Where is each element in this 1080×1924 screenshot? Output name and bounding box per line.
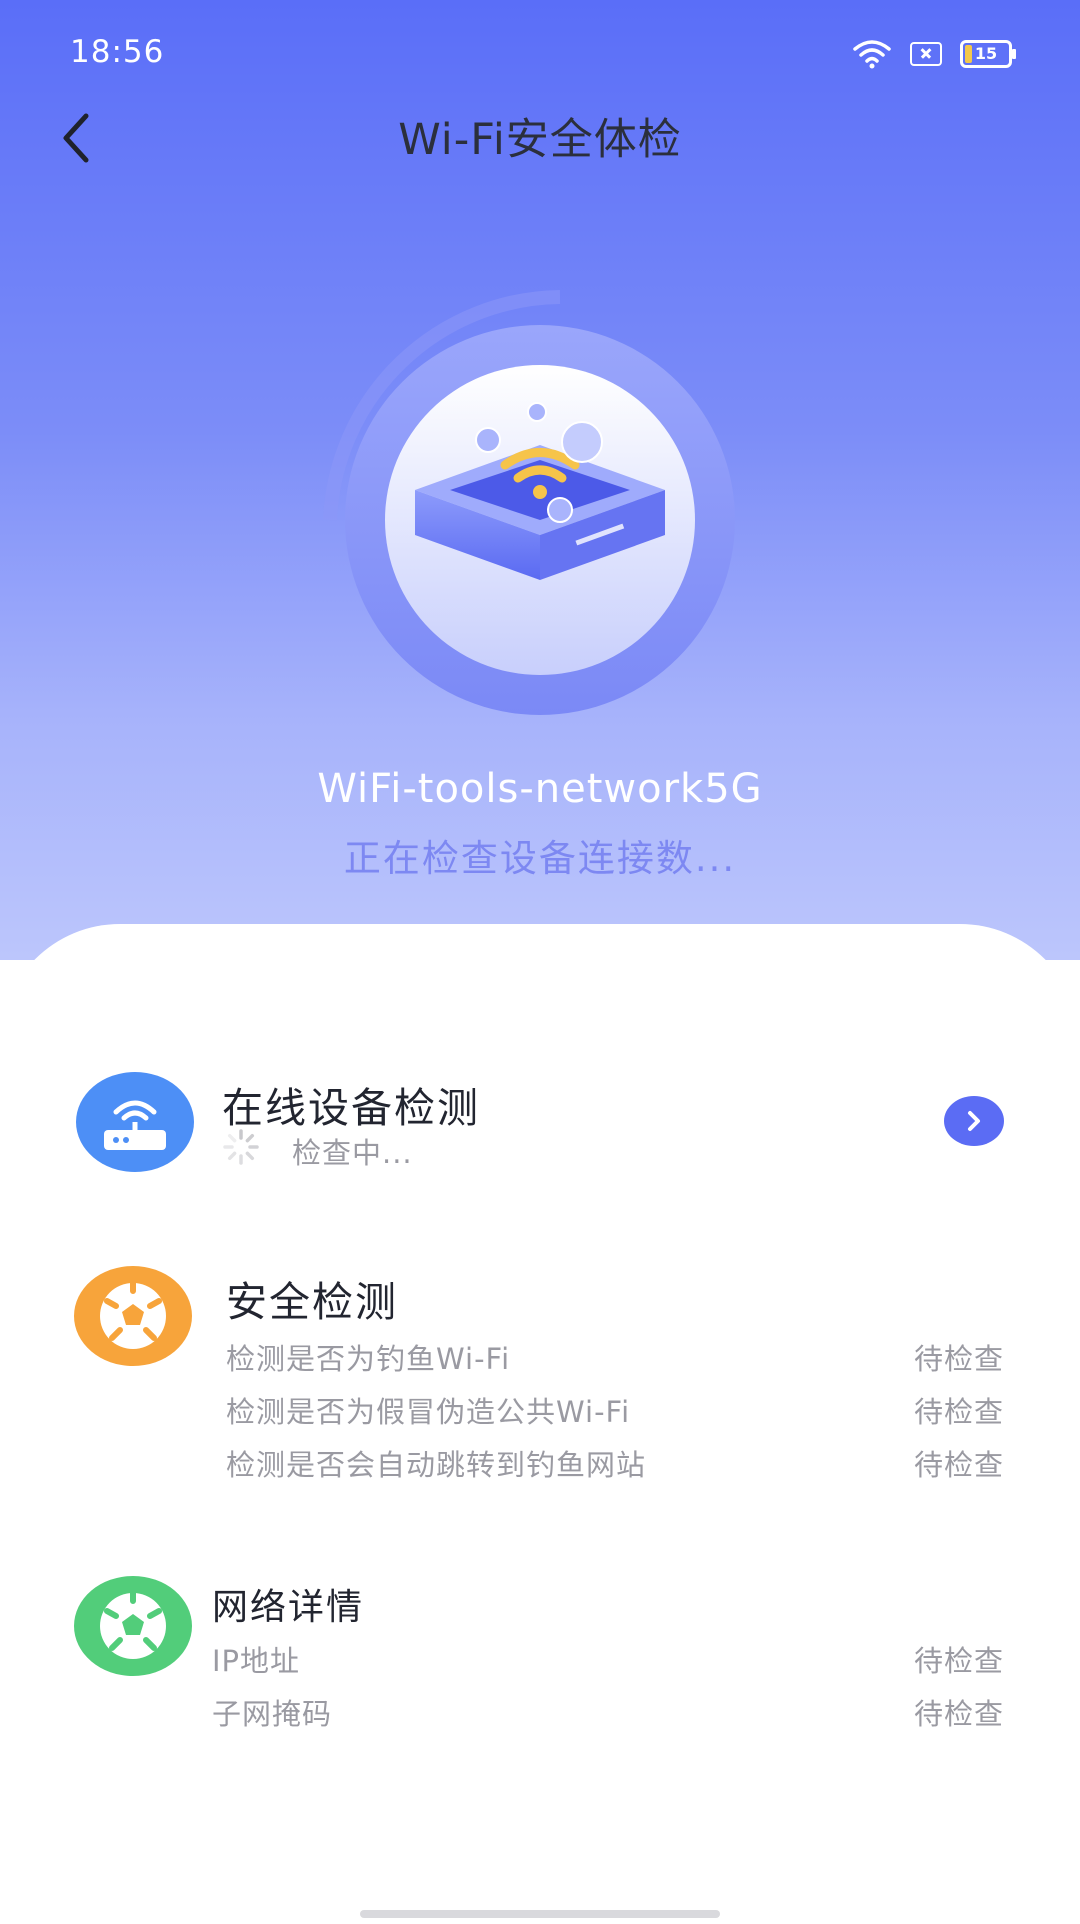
network-row-label: IP地址 (212, 1644, 301, 1678)
status-icons: 15 (852, 36, 1016, 72)
battery-icon: 15 (960, 40, 1016, 68)
wifi-ssid: WiFi-tools-network5G (317, 766, 763, 812)
ball-icon (74, 1266, 192, 1366)
network-row-status: 待检查 (913, 1644, 1004, 1678)
security-row-label: 检测是否为钓鱼Wi-Fi (226, 1342, 511, 1376)
battery-level: 15 (974, 44, 998, 63)
wifi-icon (853, 40, 891, 69)
home-indicator[interactable] (360, 1910, 720, 1918)
online-devices-status: 检查中... (292, 1136, 413, 1170)
scan-status-text: 正在检查设备连接数... (343, 837, 737, 880)
ball-icon (74, 1576, 192, 1676)
online-devices-title: 在线设备检测 (222, 1084, 480, 1132)
router-scan-illustration (323, 290, 735, 715)
spinner-icon (223, 1129, 259, 1165)
security-row-label: 检测是否为假冒伪造公共Wi-Fi (226, 1395, 631, 1429)
chevron-right-icon (968, 1111, 980, 1131)
network-row-status: 待检查 (913, 1697, 1004, 1731)
router-icon (76, 1072, 194, 1172)
status-time: 18:56 (70, 34, 165, 70)
online-devices-detail-button[interactable] (944, 1096, 1004, 1146)
security-row-status: 待检查 (913, 1448, 1004, 1482)
sim-icon (910, 42, 942, 66)
security-row-status: 待检查 (913, 1342, 1004, 1376)
network-row-label: 子网掩码 (212, 1697, 333, 1731)
network-title: 网络详情 (212, 1587, 365, 1628)
security-title: 安全检测 (226, 1278, 398, 1326)
security-row-status: 待检查 (913, 1395, 1004, 1429)
page-title: Wi-Fi安全体检 (398, 115, 682, 165)
security-row-label: 检测是否会自动跳转到钓鱼网站 (226, 1448, 647, 1482)
status-bar: 18:56 15 (0, 0, 1080, 100)
